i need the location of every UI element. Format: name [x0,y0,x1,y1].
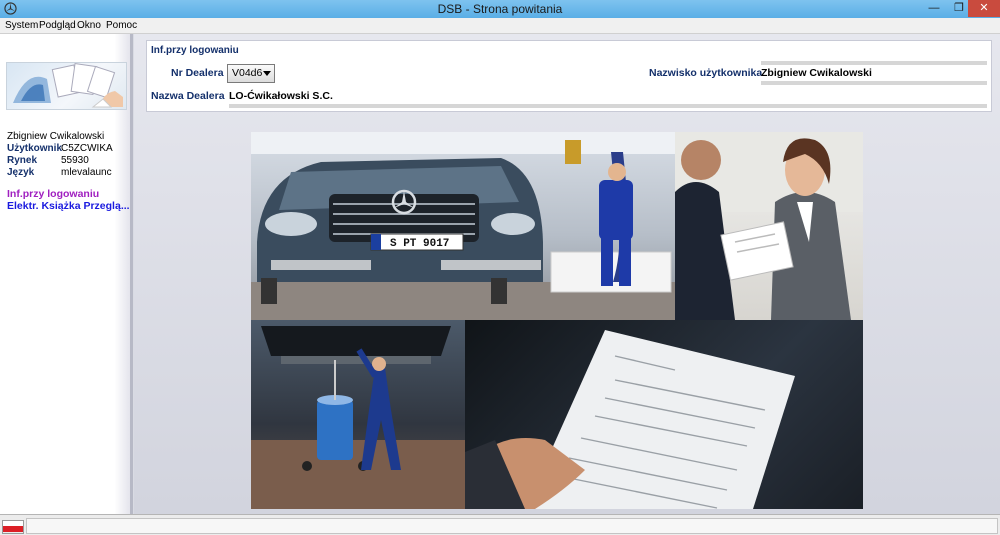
people-icon [675,132,863,320]
field-underline [761,61,987,65]
user-surname-label: Nazwisko użytkownika [649,67,763,79]
info-value: 55930 [61,155,89,166]
document-photo [465,320,863,509]
chevron-down-icon [263,71,271,76]
dealer-name-label: Nazwa Dealera [151,90,225,102]
consultation-photo [675,132,863,320]
dealer-number-value: V04d6 [232,67,263,79]
menu-podglad[interactable]: Podgląd [39,20,76,31]
dealer-name-value: LO-Ćwikałowski S.C. [229,90,333,102]
minimize-button[interactable]: — [921,0,947,17]
info-value: C5ZCWIKA [61,143,113,154]
mechanic-icon [251,326,465,509]
menu-system[interactable]: System [5,20,38,31]
field-underline [761,81,987,85]
menu-pomoc[interactable]: Pomoc [106,20,137,31]
main-area: Inf.przy logowaniu Nr Dealera V04d6 Nazw… [134,34,1000,514]
menu-okno[interactable]: Okno [77,20,101,31]
car-lift-photo: S PT 9017 [251,132,675,320]
documents-illustration-icon [13,63,123,108]
menu-bar: System Podgląd Okno Pomoc [0,18,1000,34]
dealer-number-label: Nr Dealera [171,67,224,79]
document-icon [465,330,795,509]
dsb-logo-image [6,62,127,110]
dealer-number-select[interactable]: V04d6 [227,64,275,83]
nav-login-info[interactable]: Inf.przy logowaniu [7,188,99,200]
title-bar: DSB - Strona powitania — ❐ ✕ [0,0,1000,18]
poland-flag-icon [2,520,24,534]
info-value: mlevalaunc [61,167,112,178]
license-plate: S PT 9017 [390,238,450,250]
user-fullname: Zbigniew Cwikalowski [7,131,105,142]
close-button[interactable]: ✕ [968,0,1000,17]
info-label: Rynek [7,155,38,166]
undercar-service-photo [251,320,465,509]
user-surname-value: Zbigniew Cwikalowski [761,67,872,79]
welcome-collage: S PT 9017 [251,132,863,509]
login-info-panel: Inf.przy logowaniu Nr Dealera V04d6 Nazw… [146,40,992,112]
status-field [26,518,998,534]
info-label: Użytkownik [7,143,63,154]
info-label: Język [7,167,35,178]
window-title: DSB - Strona powitania [437,2,563,16]
nav-service-book[interactable]: Elektr. Książka Przeglą... [7,200,130,212]
status-bar [0,514,1000,535]
panel-title: Inf.przy logowaniu [151,45,239,56]
car-icon [251,132,675,320]
field-underline [229,104,987,108]
left-panel: Zbigniew Cwikalowski Użytkownik C5ZCWIKA… [0,34,133,514]
